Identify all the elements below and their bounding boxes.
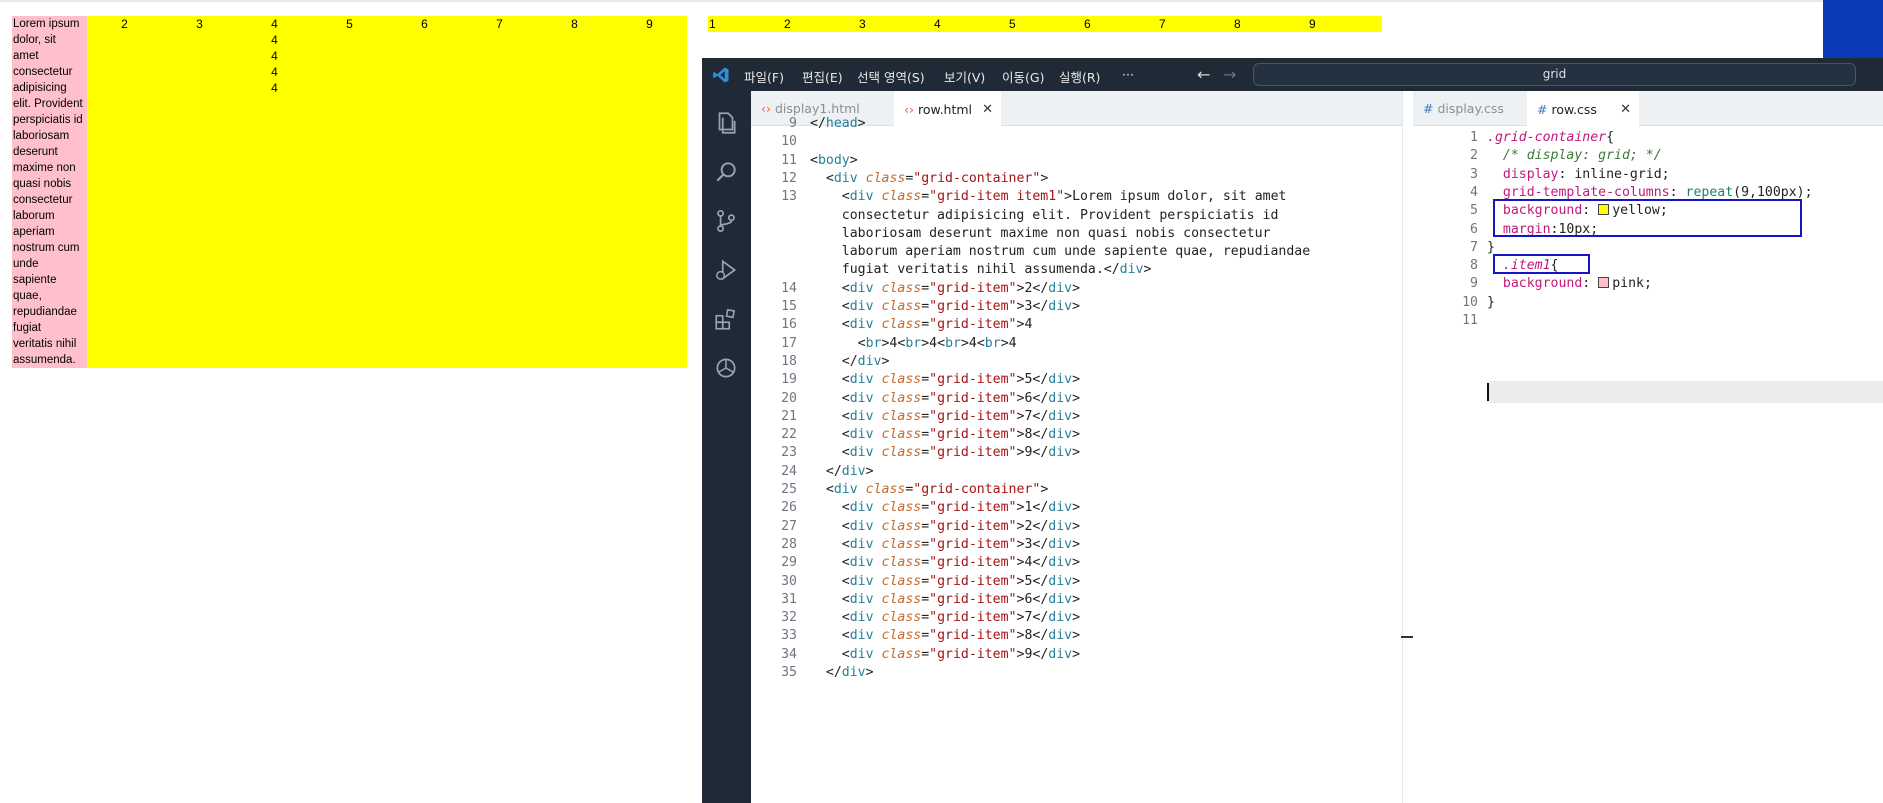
menu-edit[interactable]: 편집(E) [802, 67, 843, 86]
scroll-indicator [1401, 636, 1413, 638]
grid2-item-8: 8 [1234, 17, 1241, 31]
item1-text: Lorem ipsum dolor, sit amet consectetur adip… [13, 18, 83, 366]
browser-top-border [0, 0, 1883, 2]
code-line: </div> [825, 665, 874, 680]
tab-label: row.css [1551, 102, 1597, 117]
grid2-item-6: 6 [1084, 17, 1091, 31]
desktop-background-corner [1823, 0, 1883, 58]
menu-view[interactable]: 보기(V) [944, 67, 985, 86]
explorer-icon[interactable] [713, 110, 739, 136]
highlight-box-display-grid [1493, 199, 1802, 237]
grid2-item-5: 5 [1009, 17, 1016, 31]
menu-selection[interactable]: 선택 영역(S) [857, 67, 925, 86]
editor-group-right: # display.css # row.css ✕ 1 .grid-contain… [1413, 91, 1883, 803]
chatgpt-extension-icon[interactable] [713, 355, 739, 381]
highlight-box-margin [1493, 254, 1590, 274]
run-debug-icon[interactable] [713, 257, 739, 283]
tab-label: display.css [1437, 101, 1504, 116]
grid-item-5: 5 [346, 17, 353, 31]
grid-item-2: 2 [121, 17, 128, 31]
html-file-icon: ‹› [904, 102, 914, 117]
extensions-icon[interactable] [713, 306, 739, 332]
grid2-item-1: 1 [709, 17, 716, 31]
code-line: background: pink; [1502, 276, 1652, 292]
menu-file[interactable]: 파일(F) [744, 67, 784, 86]
grid2-item-2: 2 [784, 17, 791, 31]
activity-bar [702, 91, 751, 803]
source-control-icon[interactable] [713, 208, 739, 234]
close-tab-icon[interactable]: ✕ [1620, 92, 1631, 127]
grid-container-1: Lorem ipsum dolor, sit amet consectetur adip… [12, 16, 687, 368]
grid-item-6: 6 [421, 17, 428, 31]
text-cursor [1487, 383, 1489, 401]
grid-item-7: 7 [496, 17, 503, 31]
grid2-item-3: 3 [859, 17, 866, 31]
menu-go[interactable]: 이동(G) [1002, 67, 1044, 86]
command-center-search[interactable]: grid [1253, 63, 1856, 86]
css-file-icon: # [1423, 101, 1434, 116]
code-line: } [1487, 294, 1495, 310]
menu-run[interactable]: 실행(R) [1059, 67, 1100, 86]
css-file-icon: # [1537, 102, 1548, 117]
grid-item-9: 9 [646, 17, 653, 31]
menu-more[interactable]: ··· [1122, 67, 1134, 82]
tab-strip-right: # display.css # row.css ✕ [1413, 91, 1883, 126]
line-number: 11 [1462, 313, 1478, 328]
grid2-item-7: 7 [1159, 17, 1166, 31]
grid-item-3: 3 [196, 17, 203, 31]
tab-row-html[interactable]: ‹› row.html ✕ [894, 91, 1001, 126]
code-line: </head> [810, 116, 866, 131]
line-number: 35 [781, 665, 797, 680]
current-line-highlight [1487, 381, 1883, 403]
editor-group-left: ‹› display1.html ‹› row.html ✕ 9 </head> 1… [751, 91, 1402, 803]
vscode-window: 파일(F) 편집(E) 선택 영역(S) 보기(V) 이동(G) 실행(R) ·… [702, 58, 1883, 803]
grid-container-2: 1 2 3 4 5 6 7 8 9 [708, 16, 1382, 32]
grid2-item-4: 4 [934, 17, 941, 31]
back-arrow-icon[interactable]: ← [1197, 65, 1210, 84]
search-icon[interactable] [713, 159, 739, 185]
editor-split-divider[interactable] [1402, 91, 1413, 803]
vscode-logo-icon [713, 67, 729, 83]
tab-label: row.html [917, 102, 973, 117]
line-number: 13 [781, 189, 797, 205]
grid-item-1: Lorem ipsum dolor, sit amet consectetur adip… [12, 16, 87, 368]
forward-arrow-icon[interactable]: → [1223, 65, 1236, 84]
close-tab-icon[interactable]: ✕ [982, 92, 993, 127]
grid-item-8: 8 [571, 17, 578, 31]
grid-item-4: 44444 [271, 17, 278, 95]
grid2-item-9: 9 [1309, 17, 1316, 31]
title-bar: 파일(F) 편집(E) 선택 영역(S) 보기(V) 이동(G) 실행(R) ·… [702, 58, 1883, 91]
tab-row-css[interactable]: # row.css ✕ [1527, 91, 1639, 126]
tab-display-css[interactable]: # display.css [1413, 91, 1527, 126]
